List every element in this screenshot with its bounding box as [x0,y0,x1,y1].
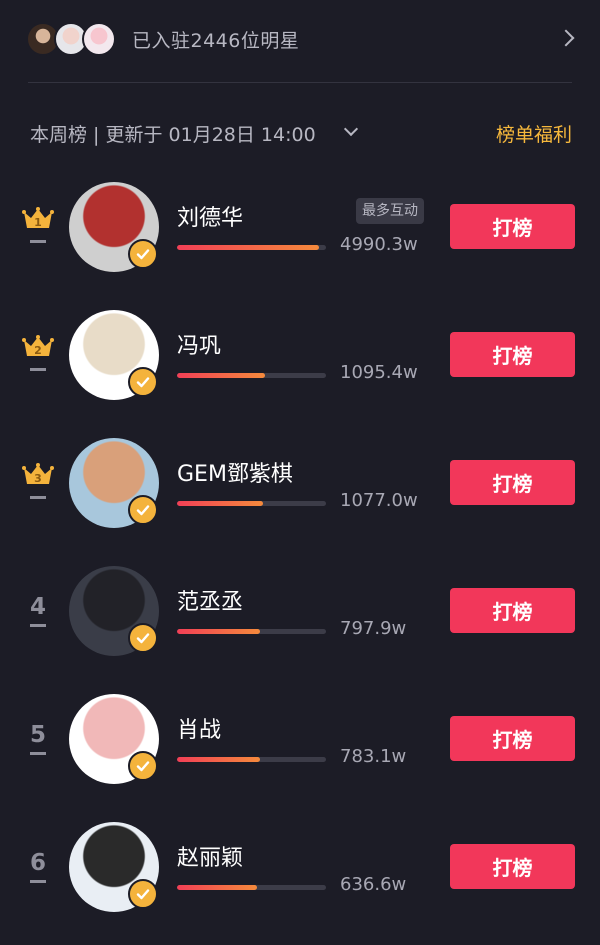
popularity-bar-fill [177,245,319,250]
vote-button[interactable]: 打榜 [450,588,575,633]
crown-icon: 1 [22,207,54,229]
crown-icon: 3 [22,463,54,485]
star-name: 冯巩 [177,334,222,359]
popularity-bar [177,245,326,250]
star-name: 赵丽颖 [177,846,244,871]
rank-indicator: 6 [18,838,58,898]
crown-icon: 2 [22,335,54,357]
vote-button[interactable]: 打榜 [450,332,575,377]
star-name: 刘德华 [177,206,244,231]
rank-number: 6 [29,850,46,876]
vote-button[interactable]: 打榜 [450,460,575,505]
ranking-row[interactable]: 4 范丞丞 797.9w 打榜 [0,556,600,684]
popularity-bar-fill [177,501,264,506]
rank-indicator: 5 [18,710,58,770]
popularity-score: 797.9w [340,618,407,639]
star-name: 肖战 [177,718,222,743]
check-badge-icon [128,751,158,781]
popularity-bar-fill [177,629,261,634]
week-row: 本周榜 | 更新于 01月28日 14:00 榜单福利 [0,118,600,148]
popularity-bar [177,885,326,890]
rank-change-dash [30,752,46,755]
chevron-right-icon[interactable] [557,29,575,47]
popularity-bar [177,629,326,634]
ranking-list: 1 刘德华 最多互动 4990.3w 打榜 2 冯巩 1095.4w 打榜 3 GEM鄧紫棋 1077… [0,172,600,940]
ranking-row[interactable]: 6 赵丽颖 636.6w 打榜 [0,812,600,940]
popularity-bar [177,373,326,378]
stars-joined-bar[interactable]: 已入驻2446位明星 [0,0,600,82]
popularity-bar-fill [177,757,261,762]
popularity-bar [177,501,326,506]
rank-indicator: 3 [18,454,58,514]
ranking-row[interactable]: 5 肖战 783.1w 打榜 [0,684,600,812]
rank-indicator: 1 [18,198,58,258]
check-badge-icon [128,623,158,653]
popularity-bar [177,757,326,762]
rank-number: 1 [34,216,42,229]
ranking-benefits-link[interactable]: 榜单福利 [496,120,572,147]
rank-change-dash [30,368,46,371]
avatar-stack [26,22,126,56]
rank-change-dash [30,496,46,499]
popularity-score: 636.6w [340,874,407,895]
rank-number: 2 [34,344,42,357]
rank-number: 3 [34,472,42,485]
chevron-down-icon[interactable] [343,121,359,137]
avatar [82,22,116,56]
check-badge-icon [128,367,158,397]
ranking-row[interactable]: 1 刘德华 最多互动 4990.3w 打榜 [0,172,600,300]
rank-indicator: 4 [18,582,58,642]
popularity-score: 1077.0w [340,490,418,511]
check-badge-icon [128,879,158,909]
rank-number: 4 [29,594,46,620]
interaction-tag: 最多互动 [356,198,424,224]
ranking-row[interactable]: 2 冯巩 1095.4w 打榜 [0,300,600,428]
star-name: 范丞丞 [177,590,244,615]
divider [28,82,572,83]
popularity-score: 1095.4w [340,362,418,383]
rank-indicator: 2 [18,326,58,386]
check-badge-icon [128,239,158,269]
vote-button[interactable]: 打榜 [450,844,575,889]
rank-change-dash [30,624,46,627]
popularity-score: 783.1w [340,746,407,767]
rank-number: 5 [29,722,46,748]
ranking-row[interactable]: 3 GEM鄧紫棋 1077.0w 打榜 [0,428,600,556]
joined-count-text: 已入驻2446位明星 [132,30,300,52]
week-update-text[interactable]: 本周榜 | 更新于 01月28日 14:00 [30,120,316,147]
vote-button[interactable]: 打榜 [450,716,575,761]
check-badge-icon [128,495,158,525]
popularity-score: 4990.3w [340,234,418,255]
popularity-bar-fill [177,373,265,378]
rank-change-dash [30,240,46,243]
vote-button[interactable]: 打榜 [450,204,575,249]
star-name: GEM鄧紫棋 [177,462,293,487]
popularity-bar-fill [177,885,258,890]
rank-change-dash [30,880,46,883]
